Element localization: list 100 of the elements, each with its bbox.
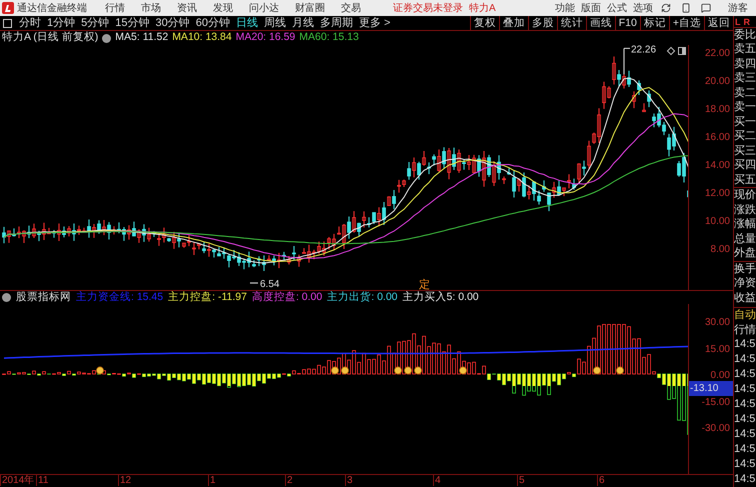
price-tick: 18.00 — [704, 103, 730, 117]
price-tick: 12.00 — [704, 187, 730, 201]
quote-label: 涨跌 — [734, 202, 756, 217]
period-tab[interactable]: 30分钟 — [152, 14, 193, 32]
quote-label: 卖一 — [734, 100, 756, 114]
date-label: 2014年 — [0, 475, 34, 486]
app-title: 通达信金融终端 — [17, 2, 88, 16]
event-marker: 定 — [419, 279, 430, 290]
panel-tab[interactable]: R — [744, 16, 750, 26]
quote-label: 卖四 — [734, 56, 756, 71]
period-tab[interactable]: 月线 — [289, 14, 317, 32]
current-value-tag: -13.10 — [689, 381, 733, 396]
period-tab[interactable]: 更多 > — [356, 14, 394, 32]
quote-label: 总量 — [734, 232, 756, 246]
quote-label: 买四 — [734, 158, 756, 172]
user-button[interactable]: 游客 — [728, 0, 748, 16]
date-label: 12 — [118, 475, 132, 486]
tick-time: 14:5 — [734, 337, 756, 352]
indicator-value: 高度控盘: 0.00 — [252, 290, 322, 305]
period-tab[interactable]: 5分钟 — [78, 14, 112, 32]
period-tab[interactable]: 分时 — [16, 14, 44, 32]
high-price-label: 22.26 — [631, 45, 656, 56]
login-status: 证券交易未登录 — [393, 2, 463, 16]
period-tab[interactable]: 1分钟 — [44, 14, 78, 32]
toolbar-button[interactable]: 统计 — [556, 16, 586, 30]
menu-item[interactable]: 市场 — [133, 0, 169, 16]
menu-item[interactable]: 交易 — [333, 0, 369, 16]
quote-label: 现价 — [734, 187, 756, 202]
quote-label: 卖三 — [734, 71, 756, 86]
indicator-tick: -30.00 — [702, 422, 730, 436]
quote-label: 涨幅 — [734, 217, 756, 232]
toolbar-button[interactable]: 多股 — [528, 16, 557, 30]
menu-item[interactable]: 行情 — [97, 0, 133, 16]
toolbar-button[interactable]: 标记 — [640, 16, 669, 30]
indicator-tick: 15.00 — [704, 342, 730, 356]
price-tick: 16.00 — [704, 131, 730, 145]
indicator-name: 股票指标网 — [16, 290, 71, 305]
date-label: 3 — [345, 475, 353, 486]
panel-tab[interactable]: L — [735, 16, 740, 26]
menu-item[interactable]: 版面 — [578, 0, 604, 16]
menu-item[interactable]: 公式 — [604, 0, 630, 16]
date-label: 1 — [208, 475, 216, 486]
price-tick: 10.00 — [704, 215, 730, 229]
chart-title: 特力A (日线 前复权) — [2, 30, 98, 46]
indicator-tick: 30.00 — [704, 316, 730, 330]
tick-time: 14:5 — [734, 427, 756, 442]
toolbar-button[interactable]: 叠加 — [498, 16, 528, 30]
date-label: 6 — [597, 475, 605, 486]
quote-label: 委比 — [734, 26, 756, 42]
menu-item[interactable]: 财富圈 — [287, 0, 333, 16]
quote-label: 换手 — [734, 260, 756, 276]
period-tab[interactable]: 日线 — [233, 14, 261, 32]
period-tab[interactable]: 15分钟 — [112, 14, 152, 32]
indicator-value: 主力控盘: -11.97 — [168, 290, 247, 305]
period-tab[interactable]: 多周期 — [317, 14, 356, 32]
indicator-value: 主力资金线: 15.45 — [76, 290, 164, 305]
toolbar-button[interactable]: 复权 — [470, 16, 499, 30]
tick-time: 14:5 — [734, 352, 756, 367]
indicator-tick: 0.00 — [710, 369, 730, 383]
indicator-value: 主力出货: 0.00 — [327, 290, 398, 305]
price-tick: 22.00 — [704, 47, 730, 61]
quote-label: 卖五 — [734, 42, 756, 56]
tick-time: 14:5 — [734, 397, 756, 412]
toolbar-button[interactable]: 返回 — [704, 16, 733, 30]
price-tick: 14.00 — [704, 159, 730, 173]
menu-item[interactable]: 问小达 — [241, 0, 287, 16]
ticks-header: 自动 — [734, 307, 756, 322]
menu-item[interactable]: 选项 — [630, 0, 656, 16]
ma-value: MA60: 15.13 — [299, 30, 359, 46]
quote-label: 买二 — [734, 129, 756, 144]
quote-label: 外盘 — [734, 246, 756, 260]
toolbar-button[interactable]: 画线 — [586, 16, 615, 30]
date-label: 2 — [285, 475, 293, 486]
stock-name: 特力A — [469, 2, 496, 16]
date-label: 4 — [433, 475, 441, 486]
indicator-value: 主力买入5: 0.00 — [402, 290, 479, 305]
quote-label: 净资 — [734, 276, 756, 290]
period-tab[interactable]: 60分钟 — [192, 14, 233, 32]
ma-value: MA5: 11.52 — [115, 30, 168, 46]
menu-item[interactable]: 发现 — [205, 0, 241, 16]
tick-time: 14:5 — [734, 457, 756, 472]
menu-item[interactable]: 资讯 — [169, 0, 205, 16]
tick-time: 14:5 — [734, 412, 756, 427]
toolbar-button[interactable]: F10 — [614, 16, 640, 30]
tick-time: 14:5 — [734, 472, 756, 487]
price-tick: 8.00 — [710, 243, 730, 257]
low-price-label: 6.54 — [260, 279, 280, 290]
ticks-header: 行情 — [734, 322, 756, 337]
quote-label: 收益 — [734, 290, 756, 305]
ma-value: MA20: 16.59 — [236, 30, 296, 46]
quote-label: 买一 — [734, 114, 756, 129]
quote-label: 买三 — [734, 144, 756, 158]
toolbar-button[interactable]: +自选 — [668, 16, 704, 30]
tick-time: 14:5 — [734, 367, 756, 382]
quote-label: 买五 — [734, 172, 756, 187]
period-tab[interactable]: 周线 — [261, 14, 289, 32]
menu-item[interactable]: 功能 — [552, 0, 578, 16]
quote-label: 卖二 — [734, 86, 756, 100]
tick-time: 14:5 — [734, 442, 756, 457]
date-label: 11 — [36, 475, 48, 486]
